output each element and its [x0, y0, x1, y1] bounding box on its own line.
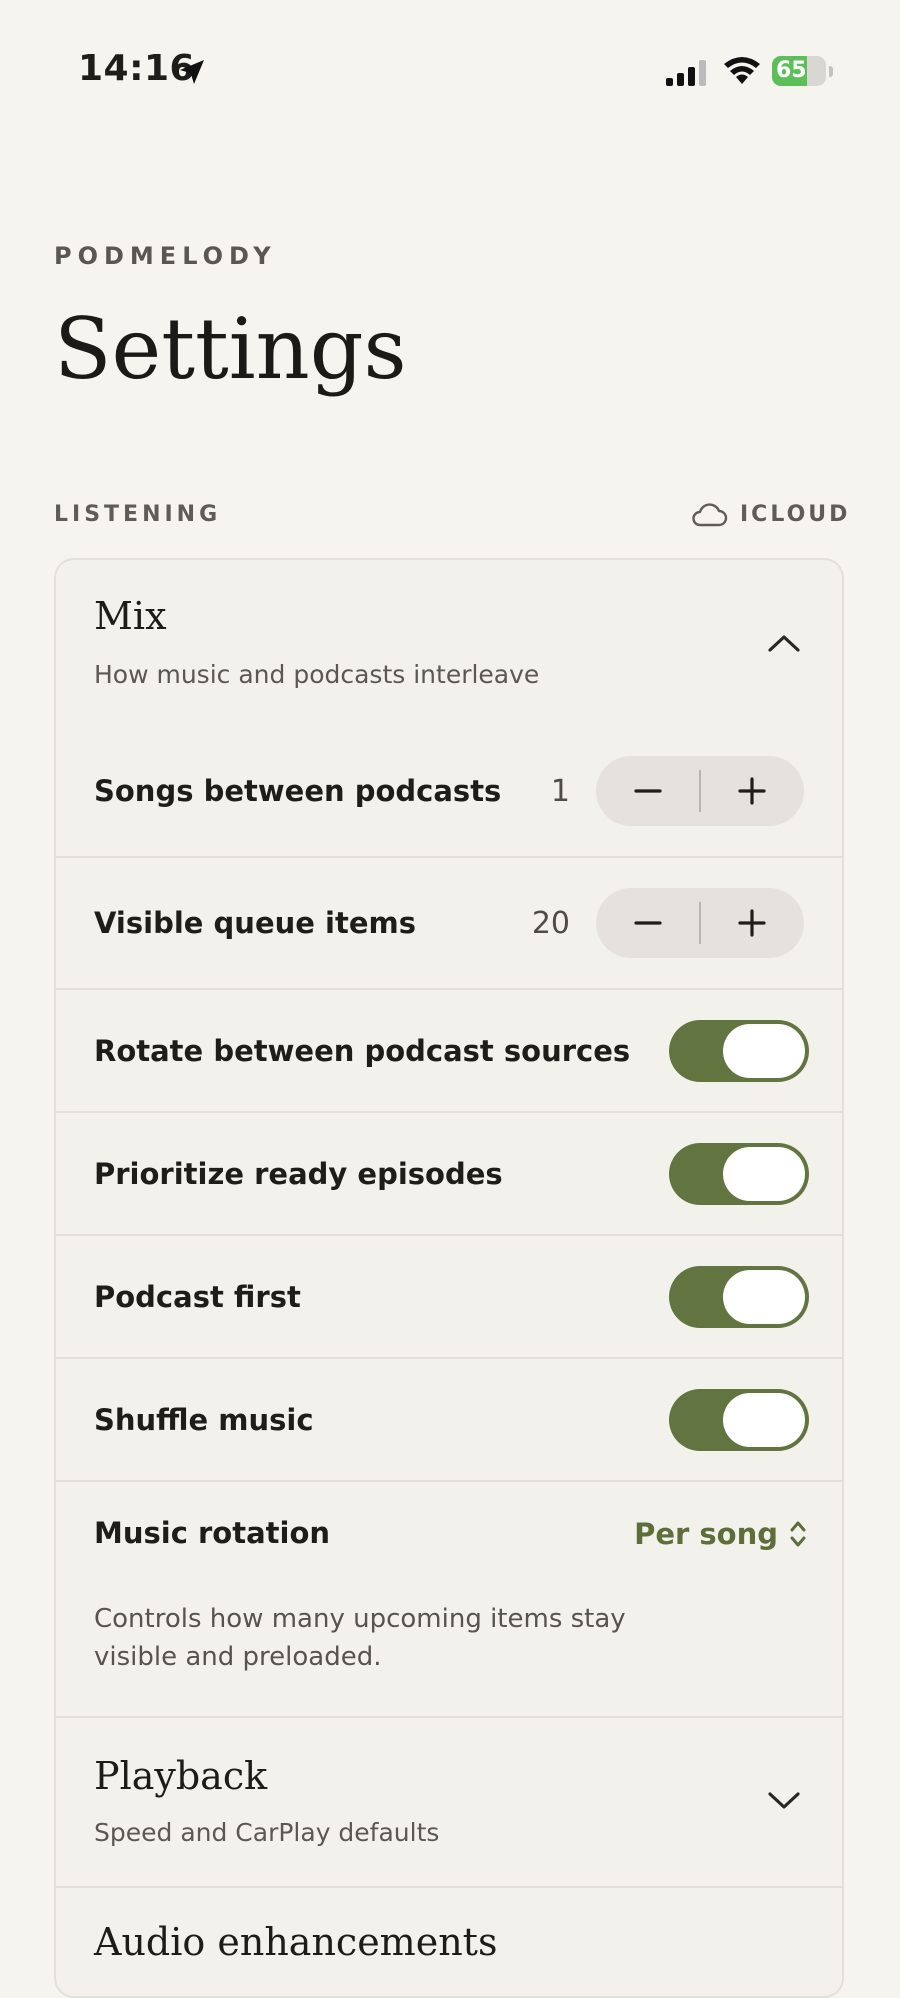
- increment-button[interactable]: [700, 756, 804, 826]
- visible-queue-items-label: Visible queue items: [94, 906, 416, 940]
- battery-indicator: 65: [772, 56, 834, 88]
- cellular-signal-icon: [666, 60, 706, 86]
- queue-helper-text: Controls how many upcoming items stay vi…: [94, 1604, 626, 1672]
- chevron-down-icon[interactable]: [766, 1790, 802, 1812]
- prioritize-ready-episodes-label: Prioritize ready episodes: [94, 1157, 503, 1191]
- chevron-up-icon[interactable]: [766, 632, 802, 654]
- icloud-sync-label: ICLOUD: [740, 502, 851, 527]
- visible-queue-items-stepper: [596, 888, 804, 958]
- mix-subtitle: How music and podcasts interleave: [94, 660, 540, 689]
- podcast-first-label: Podcast first: [94, 1280, 301, 1314]
- mix-title: Mix: [94, 594, 167, 638]
- chevron-up-down-icon: [790, 1521, 806, 1547]
- shuffle-music-label: Shuffle music: [94, 1403, 314, 1437]
- rotate-podcast-sources-toggle[interactable]: [669, 1020, 809, 1082]
- playback-subtitle: Speed and CarPlay defaults: [94, 1818, 440, 1847]
- playback-group-header[interactable]: [56, 1718, 842, 1886]
- rotate-podcast-sources-label: Rotate between podcast sources: [94, 1034, 631, 1068]
- decrement-button[interactable]: [596, 756, 700, 826]
- page-title: Settings: [54, 300, 407, 398]
- music-rotation-select[interactable]: Per song: [600, 1510, 808, 1558]
- music-rotation-value: Per song: [634, 1517, 778, 1551]
- minus-icon: [634, 789, 662, 793]
- songs-between-podcasts-value: 1: [550, 774, 570, 809]
- app-brand: PODMELODY: [54, 242, 277, 270]
- section-label-listening: LISTENING: [54, 502, 222, 527]
- plus-icon: [738, 909, 766, 937]
- location-arrow-icon: [180, 60, 204, 84]
- plus-icon: [738, 777, 766, 805]
- cloud-icon: [692, 503, 728, 527]
- music-rotation-label: Music rotation: [94, 1516, 331, 1550]
- increment-button[interactable]: [700, 888, 804, 958]
- songs-between-podcasts-label: Songs between podcasts: [94, 774, 502, 808]
- decrement-button[interactable]: [596, 888, 700, 958]
- minus-icon: [634, 921, 662, 925]
- playback-title: Playback: [94, 1754, 268, 1798]
- shuffle-music-toggle[interactable]: [669, 1389, 809, 1451]
- audio-enhancements-title[interactable]: Audio enhancements: [94, 1920, 497, 1964]
- wifi-icon: [724, 57, 760, 84]
- prioritize-ready-episodes-toggle[interactable]: [669, 1143, 809, 1205]
- battery-percent: 65: [776, 58, 807, 83]
- songs-between-podcasts-stepper: [596, 756, 804, 826]
- podcast-first-toggle[interactable]: [669, 1266, 809, 1328]
- visible-queue-items-value: 20: [531, 906, 570, 941]
